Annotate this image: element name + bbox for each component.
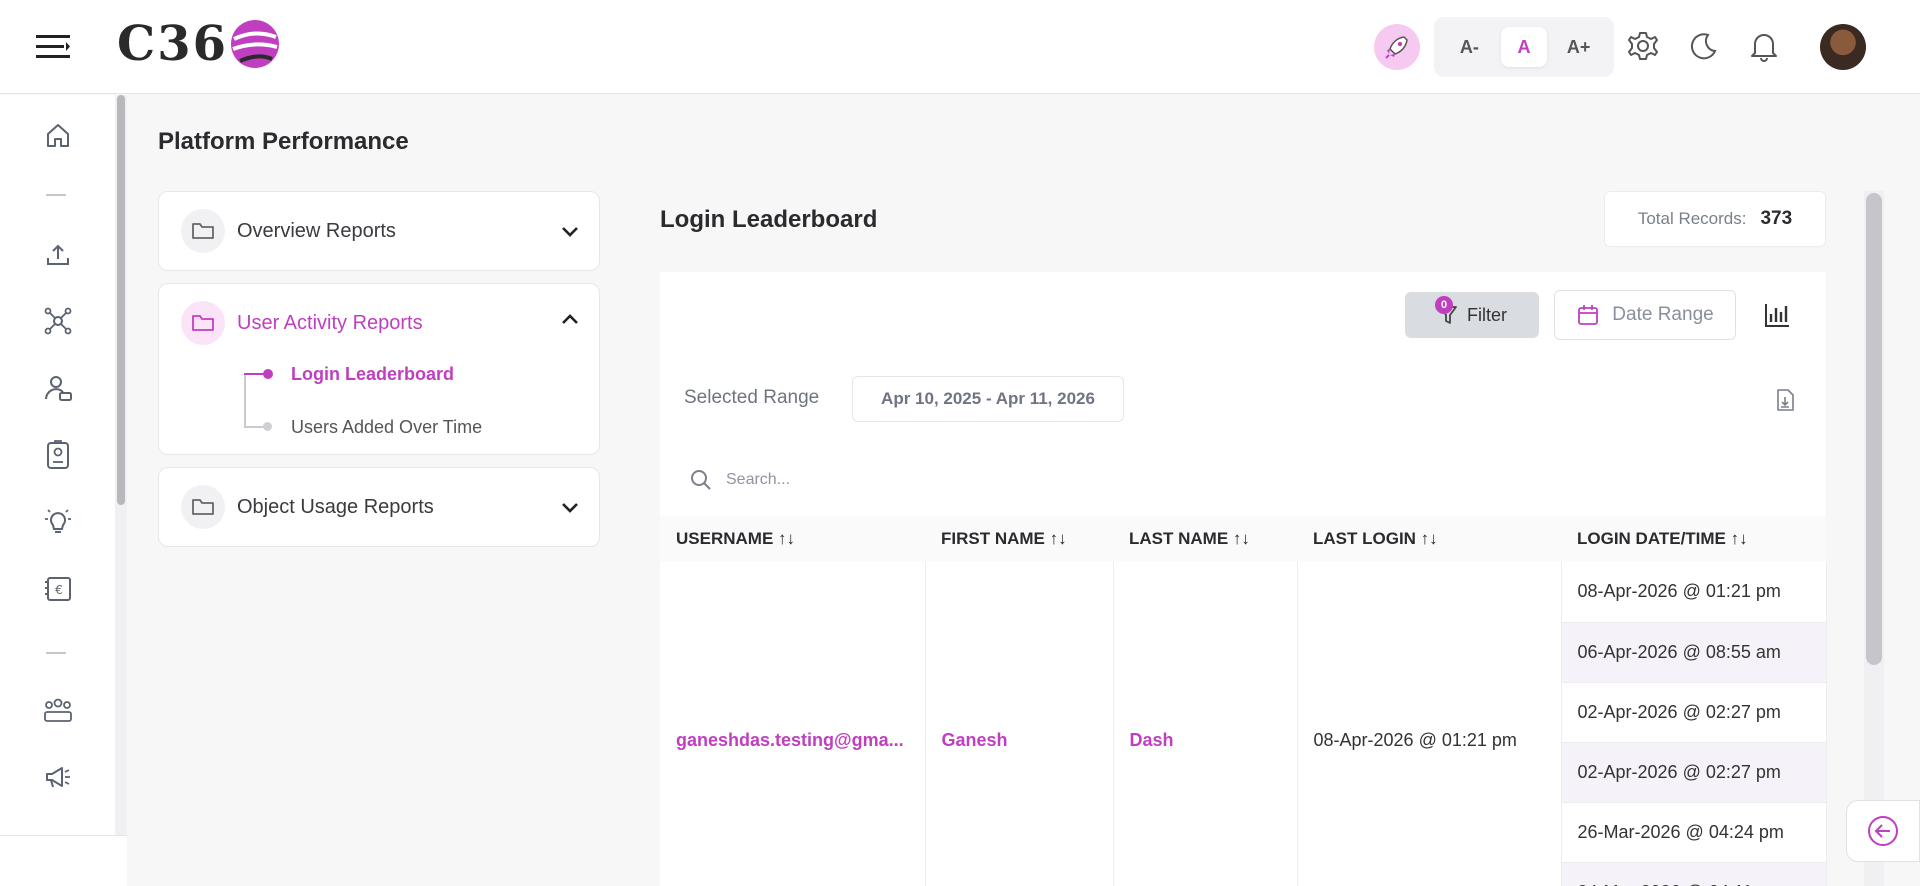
network-icon[interactable] — [38, 301, 78, 341]
table-header-row: USERNAME ↑↓ FIRST NAME ↑↓ LAST NAME ↑↓ L… — [660, 516, 1826, 562]
submenu-login-leaderboard[interactable]: Login Leaderboard — [159, 348, 599, 400]
date-range-button[interactable]: Date Range — [1554, 290, 1736, 340]
sidebar-footer — [0, 835, 127, 886]
overview-reports-header[interactable]: Overview Reports — [159, 192, 599, 270]
sidebar-scrollbar-thumb[interactable] — [117, 95, 125, 505]
submenu-users-added-over-time[interactable]: Users Added Over Time — [159, 401, 599, 453]
bell-icon[interactable] — [1746, 28, 1782, 64]
cell-login-datetime: 06-Apr-2026 @ 08:55 am — [1561, 622, 1827, 683]
lightbulb-icon[interactable] — [38, 502, 78, 542]
leaderboard-table: USERNAME ↑↓ FIRST NAME ↑↓ LAST NAME ↑↓ L… — [660, 516, 1827, 886]
cell-login-datetime: 24-Mar-2026 @ 04:11 pm — [1561, 862, 1827, 886]
search-bar — [690, 462, 1250, 498]
date-range-label: Date Range — [1612, 304, 1714, 325]
filter-label: Filter — [1467, 304, 1507, 325]
column-header-login-datetime[interactable]: LOGIN DATE/TIME ↑↓ — [1561, 516, 1826, 562]
leaderboard-title: Login Leaderboard — [660, 206, 878, 233]
sidebar-divider — [46, 652, 66, 654]
bar-chart-icon[interactable] — [1758, 296, 1796, 334]
column-header-last-login[interactable]: LAST LOGIN ↑↓ — [1297, 516, 1561, 562]
object-usage-reports-title: Object Usage Reports — [237, 495, 434, 518]
team-icon[interactable] — [38, 690, 78, 730]
search-input[interactable] — [726, 471, 1126, 489]
overview-reports-title: Overview Reports — [237, 219, 396, 242]
font-decrease-button[interactable]: A- — [1446, 27, 1492, 67]
megaphone-icon[interactable] — [38, 757, 78, 797]
folder-icon — [181, 301, 225, 345]
id-badge-icon[interactable] — [38, 435, 78, 475]
menu-toggle-icon[interactable] — [34, 28, 72, 66]
moon-icon[interactable] — [1685, 28, 1721, 64]
object-usage-reports-header[interactable]: Object Usage Reports — [159, 468, 599, 546]
selected-range-value: Apr 10, 2025 - Apr 11, 2026 — [852, 376, 1124, 422]
cell-first-name[interactable]: Ganesh — [925, 562, 1114, 886]
column-header-last-name[interactable]: LAST NAME ↑↓ — [1113, 516, 1297, 562]
cell-last-login: 08-Apr-2026 @ 01:21 pm — [1297, 562, 1562, 886]
upload-icon[interactable] — [38, 235, 78, 275]
top-bar: C36 A- A A+ — [0, 0, 1920, 94]
user-avatar[interactable] — [1820, 24, 1866, 70]
cell-last-name[interactable]: Dash — [1113, 562, 1298, 886]
users-icon[interactable] — [38, 368, 78, 408]
main-scrollbar-thumb[interactable] — [1866, 193, 1882, 665]
total-records-value: 373 — [1760, 208, 1793, 229]
table-row: ganeshdas.testing@gma... Ganesh Dash 08-… — [660, 562, 1827, 886]
overview-reports-section: Overview Reports — [158, 191, 600, 271]
font-normal-button[interactable]: A — [1500, 27, 1547, 67]
svg-text:€: € — [55, 583, 63, 597]
total-records-label: Total Records: — [1637, 209, 1747, 228]
billing-icon[interactable]: € — [38, 569, 78, 609]
column-header-first-name[interactable]: FIRST NAME ↑↓ — [925, 516, 1113, 562]
font-increase-button[interactable]: A+ — [1556, 27, 1602, 67]
selected-range-label: Selected Range — [684, 387, 820, 408]
left-sidebar: € — [0, 95, 127, 886]
calendar-icon — [1578, 305, 1599, 325]
user-activity-reports-section: User Activity Reports Login Leaderboard … — [158, 283, 600, 455]
cell-login-datetime: 08-Apr-2026 @ 01:21 pm — [1561, 562, 1827, 623]
object-usage-reports-section: Object Usage Reports — [158, 467, 600, 547]
cell-login-datetime: 26-Mar-2026 @ 04:24 pm — [1561, 802, 1827, 863]
folder-icon — [181, 485, 225, 529]
cell-login-datetime: 02-Apr-2026 @ 02:27 pm — [1561, 682, 1827, 743]
chevron-down-icon[interactable] — [559, 221, 581, 243]
chevron-up-icon[interactable] — [559, 308, 581, 330]
column-header-username[interactable]: USERNAME ↑↓ — [660, 516, 925, 562]
collapse-panel-button[interactable] — [1846, 800, 1920, 862]
total-records-box: Total Records: 373 — [1604, 191, 1826, 247]
chevron-down-icon[interactable] — [559, 497, 581, 519]
arrow-left-circle-icon — [1868, 816, 1898, 846]
leaderboard-panel: 0 Filter Date Range Selected Range Apr 1… — [660, 272, 1827, 886]
cell-login-datetime: 02-Apr-2026 @ 02:27 pm — [1561, 742, 1827, 803]
home-icon[interactable] — [38, 115, 78, 155]
logo-text: C36 — [117, 16, 228, 72]
rocket-icon[interactable] — [1374, 24, 1420, 70]
app-logo[interactable]: C36 — [117, 14, 282, 74]
filter-count-badge: 0 — [1435, 296, 1453, 314]
folder-icon — [181, 209, 225, 253]
user-activity-reports-title: User Activity Reports — [237, 311, 423, 334]
cell-username[interactable]: ganeshdas.testing@gma... — [660, 562, 926, 886]
logo-globe-icon — [231, 20, 279, 68]
font-size-controls: A- A A+ — [1434, 17, 1614, 77]
page-title: Platform Performance — [158, 128, 409, 155]
filter-button[interactable]: 0 Filter — [1405, 292, 1539, 338]
sidebar-divider — [46, 194, 66, 196]
gear-icon[interactable] — [1625, 28, 1661, 64]
search-icon — [691, 470, 711, 490]
download-file-icon[interactable] — [1772, 386, 1798, 414]
